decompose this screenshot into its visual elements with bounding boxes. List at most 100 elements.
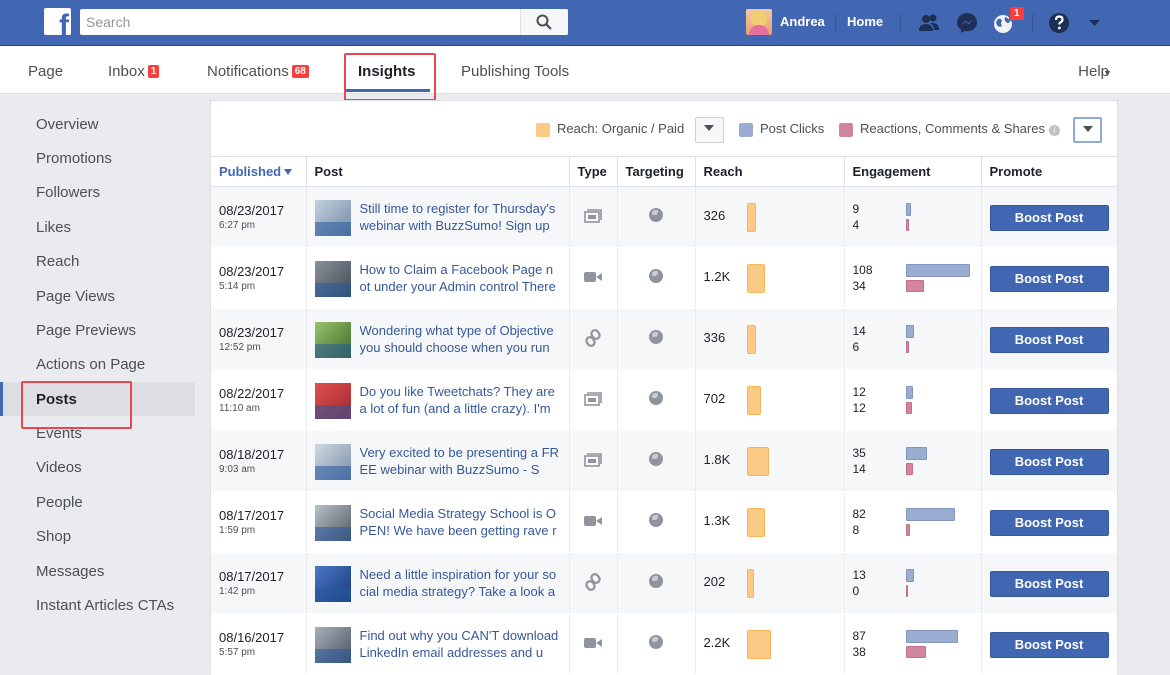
tab-notifications[interactable]: Notifications 68 — [207, 63, 309, 80]
sidebar-item-followers[interactable]: Followers — [0, 175, 195, 209]
messenger-icon[interactable] — [954, 10, 980, 36]
facebook-logo-icon[interactable]: f — [44, 8, 71, 35]
table-row[interactable]: 08/22/2017 11:10 am Do you like Tweetchats… — [211, 369, 1117, 431]
friend-requests-icon[interactable] — [916, 10, 942, 36]
column-header-type: Type — [568, 156, 617, 187]
reactions-value: 4 — [852, 218, 860, 232]
table-row[interactable]: 08/16/2017 5:57 pm Find out why you CAN'T … — [211, 613, 1117, 675]
sidebar-item-page-previews[interactable]: Page Previews — [0, 313, 195, 347]
post-link[interactable]: Wondering what type of Objective you sho… — [360, 322, 560, 358]
post-cell[interactable]: Do you like Tweetchats? They are a lot o… — [305, 369, 569, 431]
boost-post-button[interactable]: Boost Post — [989, 388, 1109, 414]
engagement-cell: 13 0 — [843, 552, 981, 614]
tab-inbox[interactable]: Inbox 1 — [108, 63, 160, 80]
post-thumbnail[interactable] — [314, 444, 351, 480]
info-icon[interactable]: i — [1049, 125, 1060, 136]
post-link[interactable]: Social Media Strategy School is OPEN! We… — [360, 505, 560, 541]
sidebar-item-videos[interactable]: Videos — [0, 450, 195, 484]
reactions-bar — [905, 341, 909, 353]
post-thumbnail[interactable] — [314, 505, 351, 541]
post-cell[interactable]: Social Media Strategy School is OPEN! We… — [305, 491, 569, 553]
public-globe-icon — [649, 512, 663, 527]
page-tabs-bar: Page Inbox 1 Notifications 68 Insights Pub… — [0, 46, 1170, 94]
publish-date: 08/16/2017 — [219, 630, 285, 645]
post-cell[interactable]: Still time to register for Thursday's we… — [305, 186, 569, 248]
table-row[interactable]: 08/23/2017 12:52 pm Wondering what type of… — [211, 308, 1117, 370]
sidebar-item-messages[interactable]: Messages — [0, 554, 195, 588]
engagement-metric-dropdown[interactable] — [1073, 117, 1102, 143]
reach-cell: 1.3K — [694, 491, 844, 553]
sidebar-item-people[interactable]: People — [0, 485, 195, 519]
help-question-icon[interactable] — [1047, 10, 1073, 36]
sidebar-item-instant-articles-ctas[interactable]: Instant Articles CTAs — [0, 588, 195, 622]
post-thumbnail[interactable] — [314, 383, 351, 419]
tab-page[interactable]: Page — [28, 63, 63, 80]
post-thumbnail[interactable] — [314, 627, 351, 663]
nav-divider — [835, 13, 836, 33]
post-thumbnail[interactable] — [314, 566, 351, 602]
table-row[interactable]: 08/17/2017 1:59 pm Social Media Strategy S… — [211, 491, 1117, 553]
legend-reach-label: Reach: Organic / Paid — [557, 121, 685, 136]
sidebar-item-reach[interactable]: Reach — [0, 244, 195, 278]
post-cell[interactable]: Need a little inspiration for your socia… — [305, 552, 569, 614]
targeting-cell — [616, 430, 695, 492]
search-box — [80, 9, 568, 35]
post-cell[interactable]: Wondering what type of Objective you sho… — [305, 308, 569, 370]
sidebar-item-overview[interactable]: Overview — [0, 107, 195, 141]
sidebar-item-promotions[interactable]: Promotions — [0, 141, 195, 175]
targeting-cell — [616, 308, 695, 370]
publish-date: 08/17/2017 — [219, 508, 285, 523]
column-header-targeting: Targeting — [616, 156, 695, 187]
column-header-reach: Reach — [694, 156, 844, 187]
sidebar-item-actions-on-page[interactable]: Actions on Page — [0, 347, 195, 381]
boost-post-button[interactable]: Boost Post — [989, 205, 1109, 231]
sidebar-item-likes[interactable]: Likes — [0, 210, 195, 244]
reactions-value: 12 — [852, 401, 866, 415]
boost-post-button[interactable]: Boost Post — [989, 266, 1109, 292]
boost-post-button[interactable]: Boost Post — [989, 449, 1109, 475]
targeting-cell — [616, 552, 695, 614]
publish-date: 08/23/2017 — [219, 264, 285, 279]
post-link[interactable]: Do you like Tweetchats? They are a lot o… — [360, 383, 560, 419]
reach-value: 202 — [703, 574, 726, 589]
boost-post-button[interactable]: Boost Post — [989, 632, 1109, 658]
publish-time: 12:52 pm — [219, 342, 261, 353]
search-button[interactable] — [520, 9, 568, 35]
boost-post-button[interactable]: Boost Post — [989, 327, 1109, 353]
reach-bar — [746, 569, 754, 598]
home-link[interactable]: Home — [847, 14, 883, 29]
account-menu-caret-icon[interactable] — [1084, 10, 1110, 36]
reactions-bar — [905, 463, 913, 475]
table-row[interactable]: 08/17/2017 1:42 pm Need a little inspirati… — [211, 552, 1117, 614]
sidebar-item-page-views[interactable]: Page Views — [0, 279, 195, 313]
post-link[interactable]: How to Claim a Facebook Page not under y… — [360, 261, 560, 297]
post-link[interactable]: Still time to register for Thursday's we… — [360, 200, 560, 236]
published-cell: 08/23/2017 12:52 pm — [211, 308, 306, 370]
search-input[interactable] — [80, 9, 520, 35]
publish-date: 08/23/2017 — [219, 203, 285, 218]
table-row[interactable]: 08/18/2017 9:03 am Very excited to be pres… — [211, 430, 1117, 492]
post-thumbnail[interactable] — [314, 322, 351, 358]
reach-metric-dropdown[interactable] — [695, 117, 724, 143]
post-thumbnail[interactable] — [314, 200, 351, 236]
table-row[interactable]: 08/23/2017 6:27 pm Still time to register … — [211, 186, 1117, 248]
album-icon — [568, 186, 617, 248]
promote-cell: Boost Post — [980, 247, 1117, 309]
post-link[interactable]: Very excited to be presenting a FREE web… — [360, 444, 560, 480]
search-icon — [536, 14, 552, 30]
post-cell[interactable]: Find out why you CAN'T download LinkedIn… — [305, 613, 569, 675]
post-thumbnail[interactable] — [314, 261, 351, 297]
column-header-published[interactable]: Published — [211, 156, 306, 187]
reactions-swatch — [839, 123, 853, 137]
post-cell[interactable]: Very excited to be presenting a FREE web… — [305, 430, 569, 492]
sidebar-item-shop[interactable]: Shop — [0, 519, 195, 553]
boost-post-button[interactable]: Boost Post — [989, 571, 1109, 597]
tab-publishing-tools[interactable]: Publishing Tools — [461, 63, 569, 80]
boost-post-button[interactable]: Boost Post — [989, 510, 1109, 536]
post-link[interactable]: Find out why you CAN'T download LinkedIn… — [360, 627, 560, 663]
post-link[interactable]: Need a little inspiration for your socia… — [360, 566, 560, 602]
post-cell[interactable]: How to Claim a Facebook Page not under y… — [305, 247, 569, 309]
chevron-down-icon — [704, 125, 714, 131]
publish-time: 1:42 pm — [219, 586, 256, 597]
table-row[interactable]: 08/23/2017 5:14 pm How to Claim a Facebook… — [211, 247, 1117, 309]
